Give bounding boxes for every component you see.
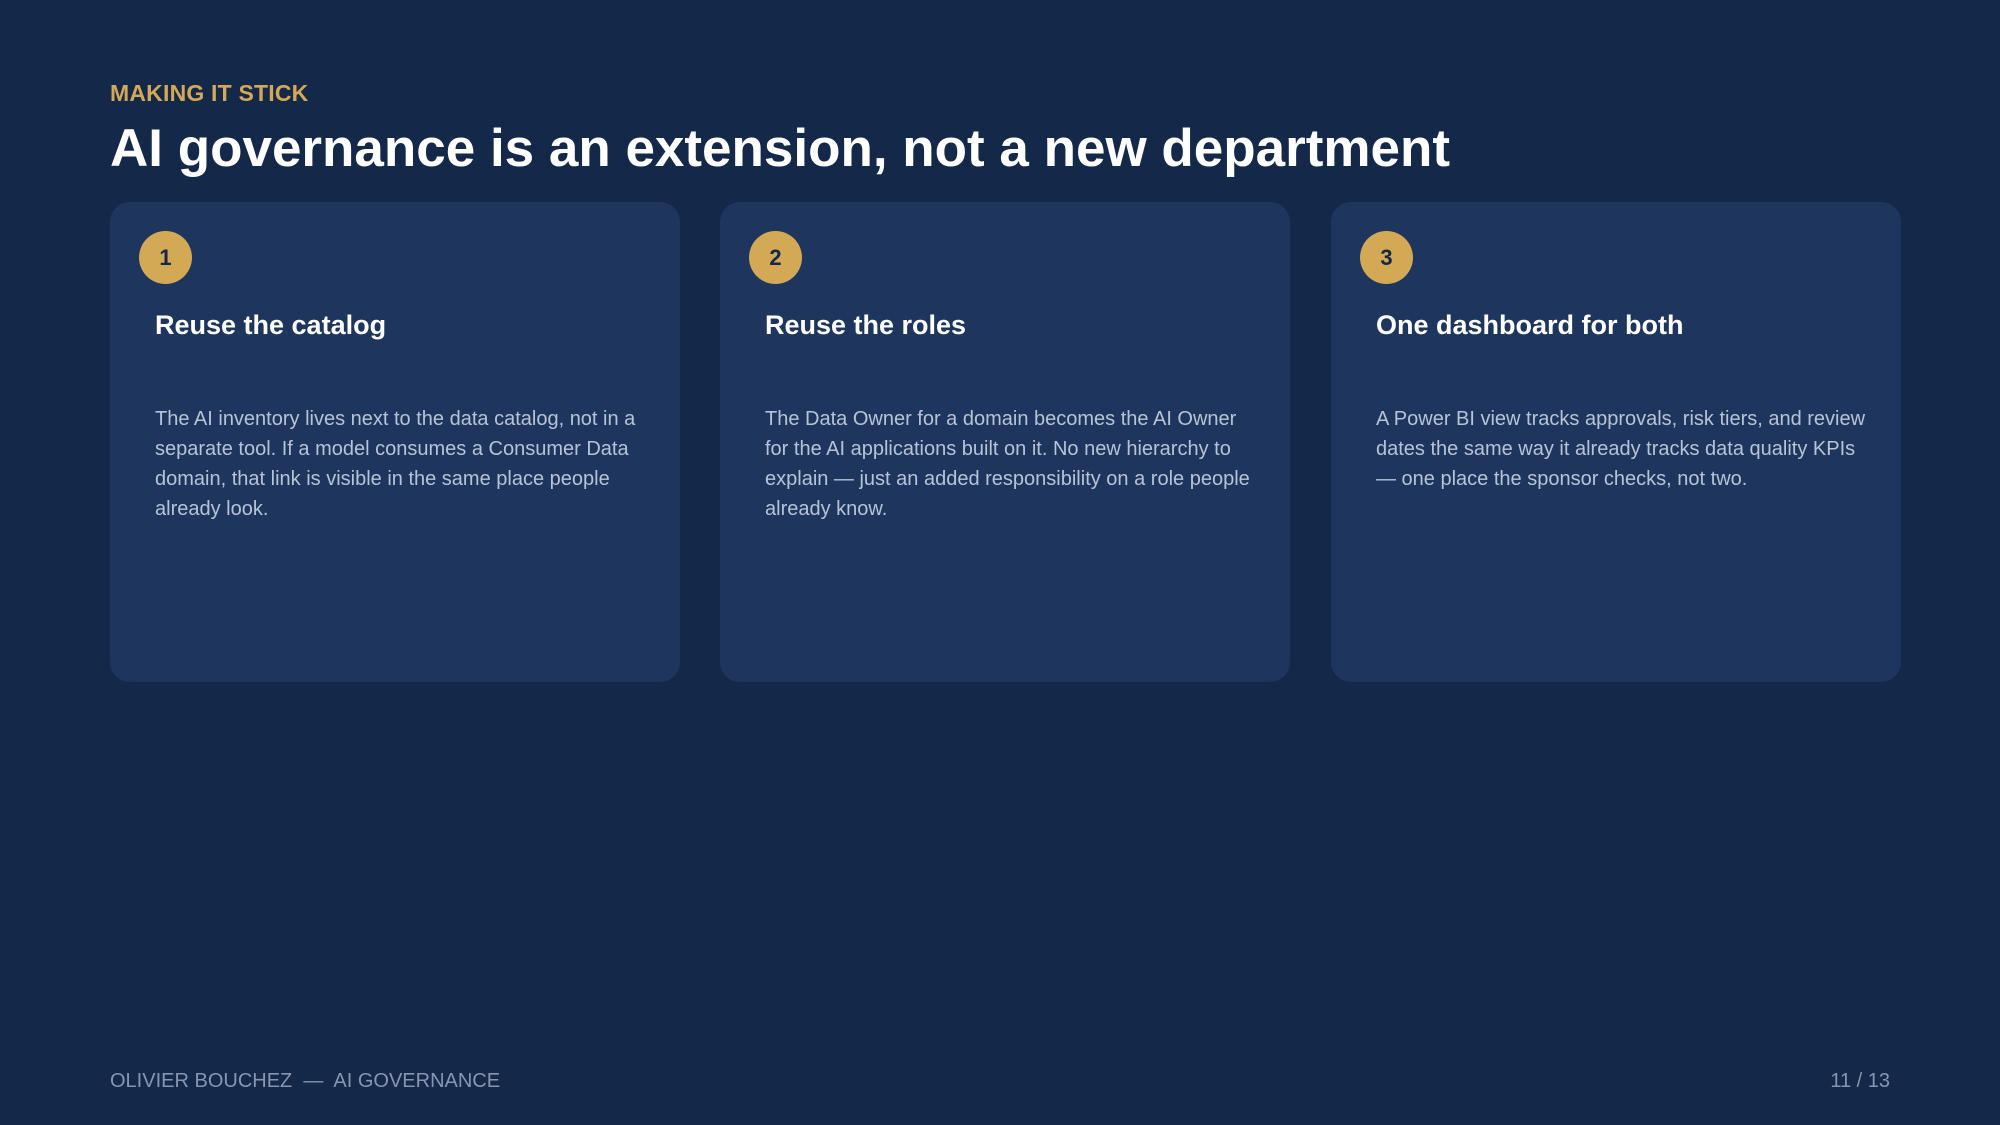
card-body: The AI inventory lives next to the data …	[155, 408, 636, 520]
card-row: 1 Reuse the catalog The AI inventory liv…	[110, 202, 1901, 682]
footer-author: OLIVIER BOUCHEZ — AI GOVERNANCE	[110, 1070, 501, 1092]
number-badge: 2	[749, 231, 802, 284]
slide: MAKING IT STICK AI governance is an exte…	[0, 0, 2000, 1125]
card-body: A Power BI view tracks approvals, risk t…	[1376, 408, 1866, 490]
card-one-dashboard: 3 One dashboard for both A Power BI view…	[1331, 202, 1901, 682]
card-body: The Data Owner for a domain becomes the …	[765, 408, 1250, 520]
card-reuse-catalog: 1 Reuse the catalog The AI inventory liv…	[110, 202, 680, 682]
section-eyebrow: MAKING IT STICK	[110, 80, 309, 106]
number-badge: 1	[139, 231, 192, 284]
card-title: Reuse the roles	[765, 310, 967, 340]
card-title: Reuse the catalog	[155, 310, 387, 340]
card-reuse-roles: 2 Reuse the roles The Data Owner for a d…	[720, 202, 1290, 682]
page-number: 11 / 13	[1830, 1070, 1890, 1092]
number-badge: 3	[1360, 231, 1413, 284]
slide-title: AI governance is an extension, not a new…	[110, 119, 1451, 178]
card-title: One dashboard for both	[1376, 310, 1684, 340]
